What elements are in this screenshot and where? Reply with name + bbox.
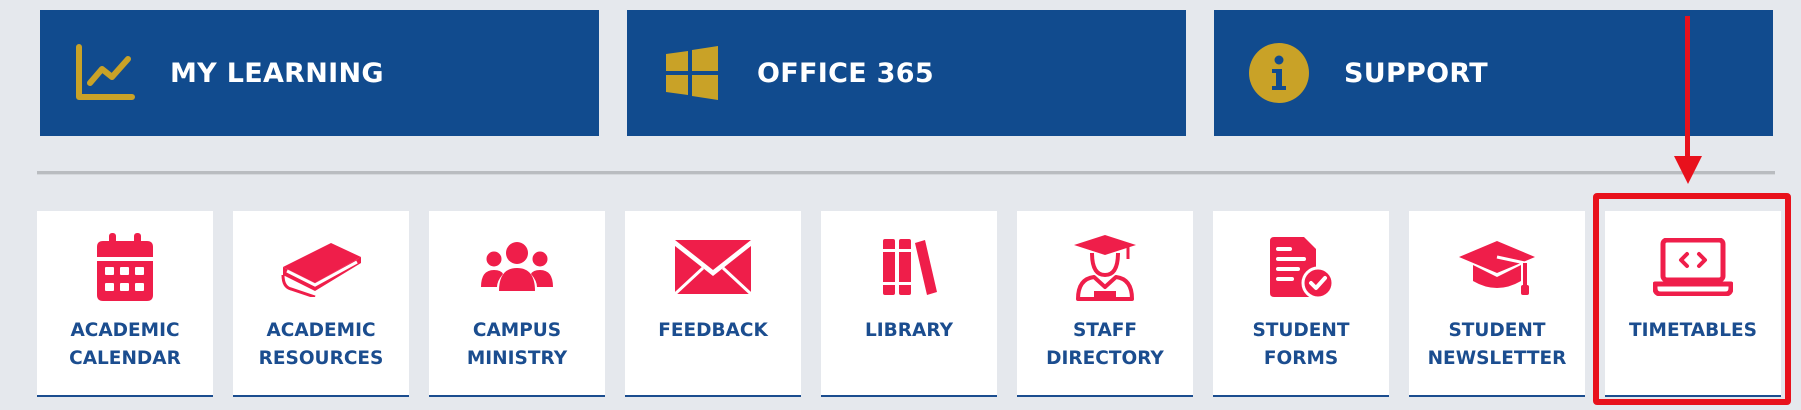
tile-student-forms[interactable]: STUDENT FORMS (1213, 211, 1389, 397)
annotation-arrow-shaft (1685, 16, 1690, 161)
tile-staff-directory[interactable]: STAFF DIRECTORY (1017, 211, 1193, 397)
envelope-icon (663, 233, 763, 301)
tile-label: LIBRARY (865, 320, 953, 341)
tile-label: ACADEMIC RESOURCES (258, 320, 384, 369)
my-learning-label: MY LEARNING (170, 57, 384, 89)
books-shelf-icon (859, 233, 959, 301)
tile-academic-resources[interactable]: ACADEMIC RESOURCES (233, 211, 409, 397)
tile-label: STUDENT FORMS (1252, 320, 1350, 369)
book-icon (271, 233, 371, 301)
calendar-icon (75, 233, 175, 301)
windows-logo-icon (661, 42, 723, 104)
tile-label: TIMETABLES (1629, 320, 1757, 341)
tile-feedback[interactable]: FEEDBACK (625, 211, 801, 397)
support-label: SUPPORT (1344, 57, 1488, 89)
tile-library[interactable]: LIBRARY (821, 211, 997, 397)
tile-academic-calendar[interactable]: ACADEMIC CALENDAR (37, 211, 213, 397)
office-365-label: OFFICE 365 (757, 57, 934, 89)
tile-timetables[interactable]: TIMETABLES (1605, 211, 1781, 397)
graduate-person-icon (1055, 233, 1155, 301)
info-circle-icon (1248, 42, 1310, 104)
tile-label: STUDENT NEWSLETTER (1427, 320, 1567, 369)
tile-label: ACADEMIC CALENDAR (69, 320, 181, 369)
tile-label: FEEDBACK (658, 320, 768, 341)
laptop-code-icon (1643, 233, 1743, 301)
form-check-icon (1251, 233, 1351, 301)
quick-links-panel: MY LEARNING OFFICE 365 SUPPORT ACADEMIC … (0, 0, 1801, 410)
group-users-icon (467, 233, 567, 301)
my-learning-button[interactable]: MY LEARNING (40, 10, 599, 136)
tile-student-newsletter[interactable]: STUDENT NEWSLETTER (1409, 211, 1585, 397)
office-365-button[interactable]: OFFICE 365 (627, 10, 1186, 136)
tile-campus-ministry[interactable]: CAMPUS MINISTRY (429, 211, 605, 397)
chart-line-icon (74, 42, 136, 104)
section-divider (37, 171, 1775, 175)
tile-label: STAFF DIRECTORY (1046, 320, 1164, 369)
annotation-arrow-head-icon (1674, 156, 1702, 184)
graduation-cap-icon (1447, 233, 1547, 301)
tile-label: CAMPUS MINISTRY (466, 320, 568, 369)
